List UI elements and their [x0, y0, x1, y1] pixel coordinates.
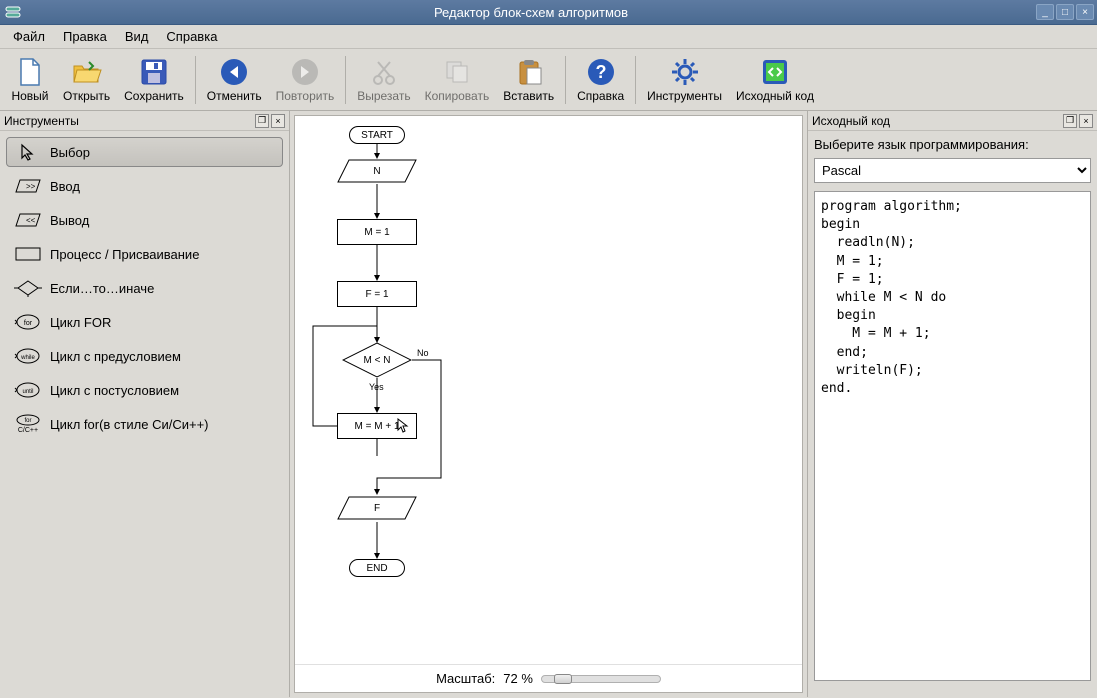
panel-float-button[interactable]: ❐ — [1063, 114, 1077, 128]
zoom-bar: Масштаб: 72 % — [295, 664, 802, 692]
tool-label: Вывод — [50, 213, 89, 228]
cut-icon — [368, 56, 400, 88]
tool-while-pre[interactable]: while Цикл с предусловием — [6, 341, 283, 371]
toolbar-redo: Повторить — [269, 53, 342, 106]
maximize-button[interactable]: □ — [1056, 4, 1074, 20]
tool-label: Процесс / Присваивание — [50, 247, 199, 262]
flowchart-canvas[interactable]: START N M = 1 F = 1 M < N Yes No M = M +… — [295, 116, 802, 664]
svg-text:>>: >> — [26, 182, 36, 191]
tools-panel-title: Инструменты — [4, 114, 253, 128]
toolbar-source[interactable]: Исходный код — [729, 53, 821, 106]
flowchart-no-label: No — [417, 348, 429, 358]
tool-label: Цикл for(в стиле Си/Си++) — [50, 417, 209, 432]
tool-for-c[interactable]: for C/C++ Цикл for(в стиле Си/Си++) — [6, 409, 283, 439]
tool-label: Цикл с постусловием — [50, 383, 179, 398]
flowchart-f-eq-1[interactable]: F = 1 — [337, 281, 417, 307]
svg-text:for: for — [24, 418, 31, 424]
tool-select[interactable]: Выбор — [6, 137, 283, 167]
tool-label: Если…то…иначе — [50, 281, 154, 296]
language-select[interactable]: Pascal — [814, 158, 1091, 183]
tool-input[interactable]: >> Ввод — [6, 171, 283, 201]
while-pre-icon: while — [14, 347, 42, 365]
minimize-button[interactable]: _ — [1036, 4, 1054, 20]
cursor-icon — [14, 143, 42, 161]
flowchart-input-n[interactable]: N — [337, 159, 417, 183]
tool-label: Выбор — [50, 145, 90, 160]
canvas-area: START N M = 1 F = 1 M < N Yes No M = M +… — [294, 115, 803, 693]
flowchart-output-f[interactable]: F — [337, 496, 417, 520]
svg-text:?: ? — [595, 62, 606, 82]
zoom-label: Масштаб: — [436, 671, 495, 686]
tool-for[interactable]: for Цикл FOR — [6, 307, 283, 337]
flowchart-yes-label: Yes — [369, 382, 384, 392]
decision-shape-icon — [14, 279, 42, 297]
toolbar: Новый Открыть Сохранить Отменить Повтори… — [0, 49, 1097, 111]
menubar: Файл Правка Вид Справка — [0, 25, 1097, 49]
source-panel-title: Исходный код — [812, 114, 1061, 128]
svg-text:C/C++: C/C++ — [18, 427, 38, 434]
source-panel: Исходный код ❐ × Выберите язык программи… — [807, 111, 1097, 697]
toolbar-copy: Копировать — [418, 53, 497, 106]
toolbar-tools[interactable]: Инструменты — [640, 53, 729, 106]
redo-icon — [289, 56, 321, 88]
panel-close-button[interactable]: × — [1079, 114, 1093, 128]
tool-if[interactable]: Если…то…иначе — [6, 273, 283, 303]
toolbar-new[interactable]: Новый — [4, 53, 56, 106]
toolbar-undo[interactable]: Отменить — [200, 53, 269, 106]
panel-float-button[interactable]: ❐ — [255, 114, 269, 128]
copy-icon — [441, 56, 473, 88]
source-code-icon — [759, 56, 791, 88]
tool-label: Цикл с предусловием — [50, 349, 181, 364]
svg-text:while: while — [20, 355, 35, 361]
panel-close-button[interactable]: × — [271, 114, 285, 128]
toolbar-open[interactable]: Открыть — [56, 53, 117, 106]
toolbar-help[interactable]: ? Справка — [570, 53, 631, 106]
for-loop-icon: for — [14, 313, 42, 331]
menu-help[interactable]: Справка — [158, 27, 225, 46]
undo-icon — [218, 56, 250, 88]
svg-text:<<: << — [26, 216, 36, 225]
menu-edit[interactable]: Правка — [55, 27, 115, 46]
toolbar-cut: Вырезать — [350, 53, 417, 106]
menu-file[interactable]: Файл — [5, 27, 53, 46]
folder-open-icon — [71, 56, 103, 88]
flowchart-loop-body[interactable]: M = M + 1 — [337, 413, 417, 439]
cursor-icon — [396, 418, 410, 436]
svg-text:until: until — [22, 389, 33, 395]
flowchart-m-eq-1[interactable]: M = 1 — [337, 219, 417, 245]
input-shape-icon: >> — [14, 177, 42, 195]
zoom-value: 72 % — [503, 671, 533, 686]
for-c-icon: for C/C++ — [14, 415, 42, 433]
source-code-box[interactable]: program algorithm; begin readln(N); M = … — [814, 191, 1091, 681]
while-post-icon: until — [14, 381, 42, 399]
flowchart-start[interactable]: START — [349, 126, 405, 144]
output-shape-icon: << — [14, 211, 42, 229]
window-title: Редактор блок-схем алгоритмов — [26, 5, 1036, 20]
tool-process[interactable]: Процесс / Присваивание — [6, 239, 283, 269]
titlebar: Редактор блок-схем алгоритмов _ □ × — [0, 0, 1097, 25]
gear-icon — [669, 56, 701, 88]
zoom-slider[interactable] — [541, 675, 661, 683]
zoom-slider-thumb[interactable] — [554, 674, 572, 684]
help-icon: ? — [585, 56, 617, 88]
app-icon — [5, 4, 21, 20]
flowchart-cond[interactable]: M < N — [342, 342, 412, 378]
svg-text:for: for — [24, 320, 33, 327]
save-icon — [138, 56, 170, 88]
paste-icon — [513, 56, 545, 88]
flowchart-end[interactable]: END — [349, 559, 405, 577]
toolbar-save[interactable]: Сохранить — [117, 53, 191, 106]
tool-output[interactable]: << Вывод — [6, 205, 283, 235]
choose-language-label: Выберите язык программирования: — [814, 137, 1091, 152]
toolbar-paste[interactable]: Вставить — [496, 53, 561, 106]
tool-label: Ввод — [50, 179, 80, 194]
close-button[interactable]: × — [1076, 4, 1094, 20]
tool-label: Цикл FOR — [50, 315, 111, 330]
process-shape-icon — [14, 245, 42, 263]
tools-panel: Инструменты ❐ × Выбор >> Ввод << Вывод П… — [0, 111, 290, 697]
tool-while-post[interactable]: until Цикл с постусловием — [6, 375, 283, 405]
new-file-icon — [14, 56, 46, 88]
menu-view[interactable]: Вид — [117, 27, 157, 46]
